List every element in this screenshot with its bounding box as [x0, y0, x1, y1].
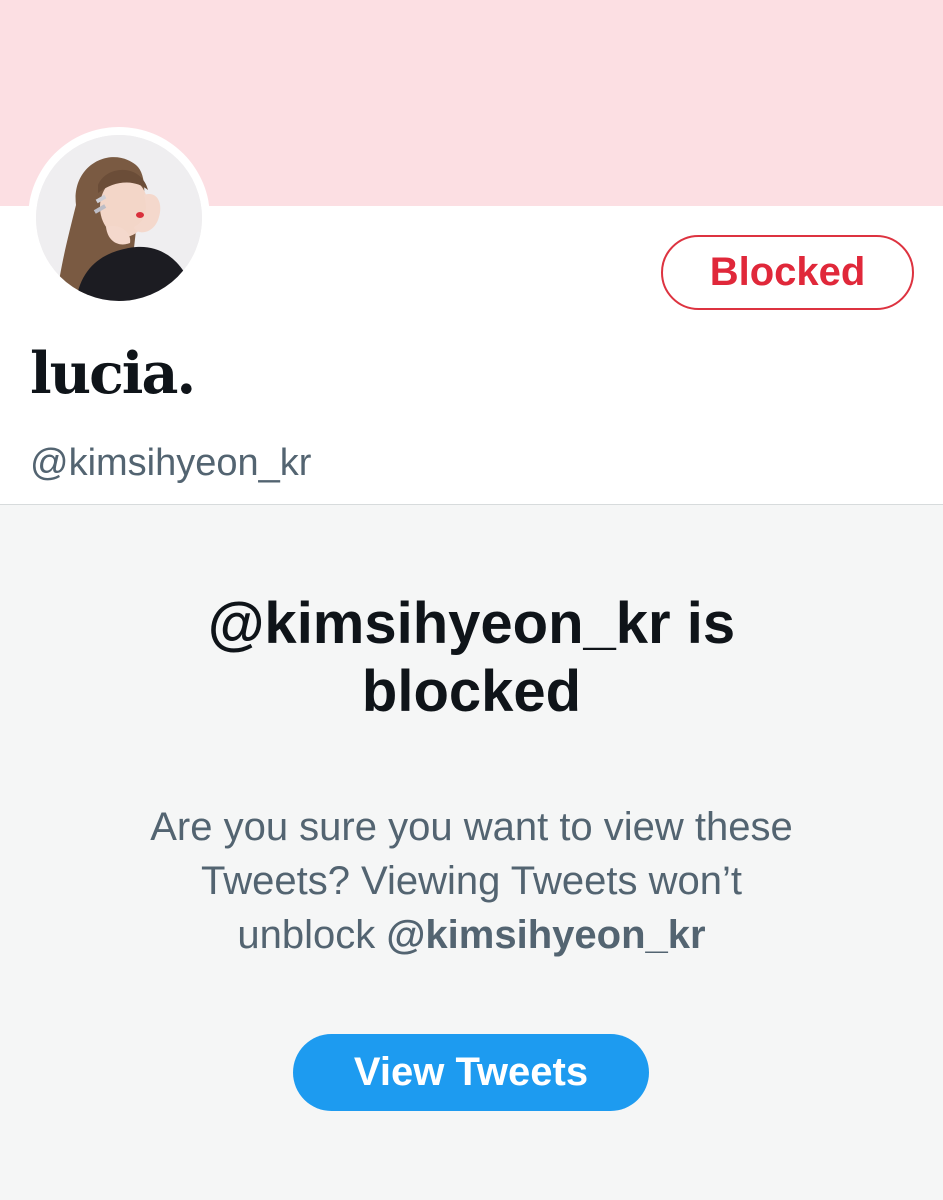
- view-tweets-button[interactable]: View Tweets: [293, 1034, 649, 1111]
- blocked-notice-title-line2: blocked: [361, 659, 582, 724]
- blocked-notice-title: @kimsihyeon_kr is blocked: [0, 590, 943, 726]
- blocked-notice-body: Are you sure you want to view these Twee…: [60, 800, 883, 962]
- blocked-notice-handle: @kimsihyeon_kr: [386, 913, 706, 957]
- blocked-notice-body-line3-prefix: unblock: [237, 913, 376, 957]
- avatar[interactable]: [28, 127, 210, 309]
- avatar-image: [36, 135, 202, 301]
- blocked-notice-title-line1: @kimsihyeon_kr is: [207, 591, 736, 656]
- profile-display-name: lucia.: [30, 340, 196, 407]
- blocked-button-label: Blocked: [709, 250, 866, 294]
- profile-page: Blocked lucia. @kimsihyeon_kr @kimsihyeo…: [0, 0, 943, 1200]
- profile-handle: @kimsihyeon_kr: [30, 442, 312, 484]
- blocked-notice-body-line1: Are you sure you want to view these: [150, 805, 793, 849]
- blocked-notice-body-line3: unblock @kimsihyeon_kr: [60, 908, 883, 962]
- blocked-button[interactable]: Blocked: [661, 235, 914, 310]
- blocked-notice-body-line2: Tweets? Viewing Tweets won’t: [200, 859, 743, 903]
